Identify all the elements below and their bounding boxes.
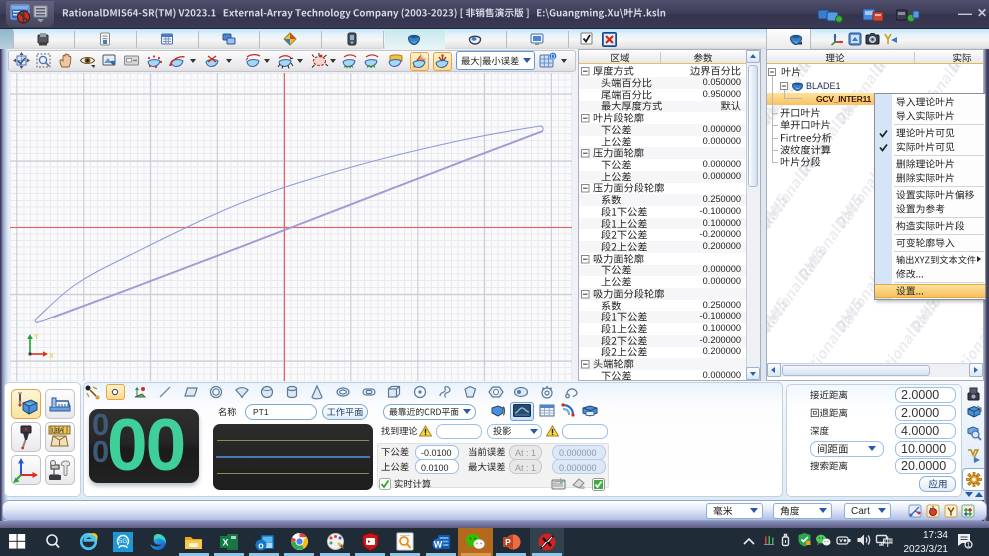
- svg-text:5G: 5G: [119, 539, 127, 545]
- svg-text:W: W: [434, 540, 443, 550]
- svg-text:X: X: [222, 538, 228, 548]
- svg-text:P: P: [505, 537, 511, 547]
- svg-text:LBA: LBA: [52, 429, 63, 435]
- svg-text:X: X: [49, 353, 54, 360]
- svg-text:1: 1: [967, 542, 971, 549]
- svg-text:Y: Y: [34, 334, 39, 341]
- svg-text:D: D: [551, 54, 556, 60]
- svg-text:o: o: [258, 541, 264, 551]
